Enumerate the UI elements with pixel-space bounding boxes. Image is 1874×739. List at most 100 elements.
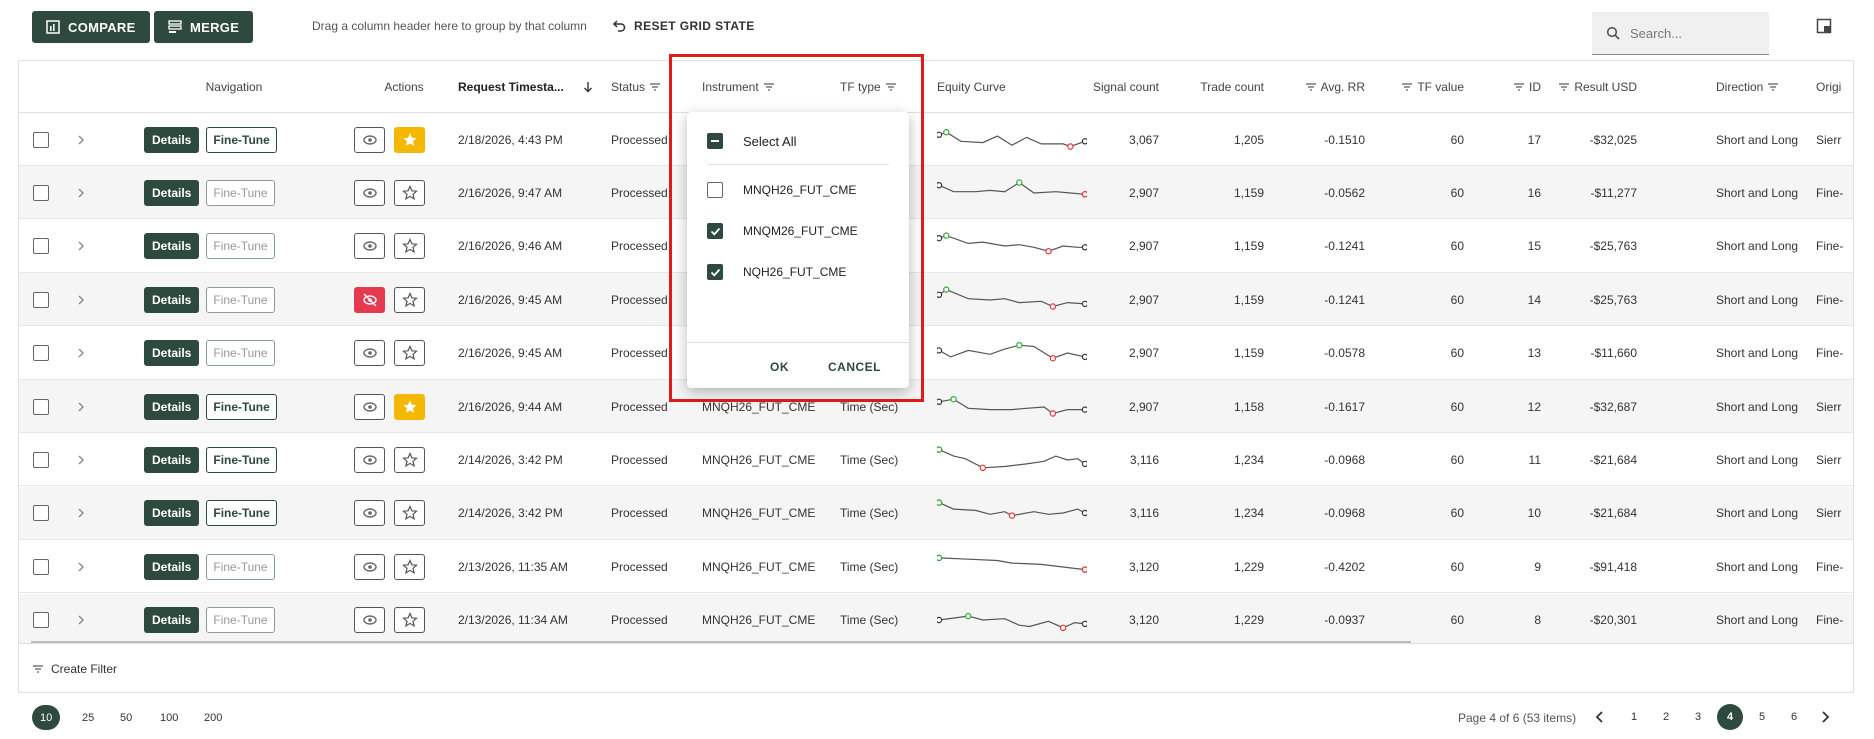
col-trade-count[interactable]: Trade count <box>1179 61 1264 113</box>
table-row[interactable]: Details Fine-Tune 2/16/2026, 9:44 AM Pro… <box>19 380 1853 433</box>
expand-toggle[interactable] <box>76 540 86 593</box>
favorite-button[interactable] <box>394 340 425 367</box>
row-checkbox[interactable] <box>33 345 49 362</box>
row-checkbox[interactable] <box>33 612 49 629</box>
create-filter-button[interactable]: Create Filter <box>19 643 1853 692</box>
table-row[interactable]: Details Fine-Tune 2/13/2026, 11:34 AM Pr… <box>19 593 1853 647</box>
details-button[interactable]: Details <box>144 500 200 527</box>
page-size-option[interactable]: 10 <box>32 705 61 730</box>
expand-toggle[interactable] <box>76 327 86 380</box>
fine-tune-button[interactable]: Fine-Tune <box>206 446 277 473</box>
merge-button[interactable]: MERGE <box>154 11 254 43</box>
favorite-button[interactable] <box>394 500 425 527</box>
visibility-toggle-button[interactable] <box>354 286 385 313</box>
page-number[interactable]: 4 <box>1717 704 1743 730</box>
col-id[interactable]: ID <box>1489 61 1541 113</box>
filter-option[interactable]: NQH26_FUT_CME <box>707 262 846 282</box>
row-checkbox[interactable] <box>33 131 49 148</box>
page-size-option[interactable]: 25 <box>74 705 102 730</box>
table-row[interactable]: Details Fine-Tune 2/14/2026, 3:42 PM Pro… <box>19 433 1853 487</box>
favorite-button[interactable] <box>394 233 425 260</box>
visibility-toggle-button[interactable] <box>354 126 385 153</box>
details-button[interactable]: Details <box>144 340 200 367</box>
filter-icon[interactable] <box>1514 83 1524 91</box>
fine-tune-button[interactable]: Fine-Tune <box>206 393 277 420</box>
details-button[interactable]: Details <box>144 393 200 420</box>
column-chooser-icon[interactable] <box>1816 18 1832 34</box>
row-select[interactable] <box>33 220 49 273</box>
filter-option-checkbox[interactable] <box>707 223 723 239</box>
col-result-usd[interactable]: Result USD <box>1549 61 1637 113</box>
details-button[interactable]: Details <box>144 233 200 260</box>
col-signal-count[interactable]: Signal count <box>1079 61 1159 113</box>
row-select[interactable] <box>33 327 49 380</box>
filter-icon[interactable] <box>1768 83 1779 91</box>
col-direction[interactable]: Direction <box>1716 61 1806 113</box>
favorite-button[interactable] <box>394 286 425 313</box>
row-checkbox[interactable] <box>33 184 49 201</box>
expand-toggle[interactable] <box>76 166 86 219</box>
next-page-icon[interactable] <box>1818 710 1832 724</box>
visibility-toggle-button[interactable] <box>354 393 385 420</box>
row-select[interactable] <box>33 380 49 433</box>
table-row[interactable]: Details Fine-Tune 2/16/2026, 9:47 AM Pro… <box>19 166 1853 220</box>
row-select[interactable] <box>33 487 49 540</box>
filter-option[interactable]: MNQM26_FUT_CME <box>707 221 858 241</box>
col-actions[interactable]: Actions <box>364 61 444 113</box>
page-number[interactable]: 6 <box>1781 704 1807 730</box>
favorite-button[interactable] <box>394 553 425 580</box>
table-row[interactable]: Details Fine-Tune 2/16/2026, 9:45 AM Pro… <box>19 327 1853 380</box>
fine-tune-button[interactable]: Fine-Tune <box>206 607 275 634</box>
fine-tune-button[interactable]: Fine-Tune <box>206 126 277 153</box>
filter-icon[interactable] <box>1402 83 1413 91</box>
filter-icon[interactable] <box>1305 83 1316 91</box>
row-checkbox[interactable] <box>33 451 49 468</box>
visibility-toggle-button[interactable] <box>354 446 385 473</box>
fine-tune-button[interactable]: Fine-Tune <box>206 500 277 527</box>
details-button[interactable]: Details <box>144 553 200 580</box>
prev-page-icon[interactable] <box>1593 710 1607 724</box>
expand-toggle[interactable] <box>76 113 86 166</box>
row-select[interactable] <box>33 113 49 166</box>
visibility-toggle-button[interactable] <box>354 607 385 634</box>
table-row[interactable]: Details Fine-Tune 2/14/2026, 3:42 PM Pro… <box>19 486 1853 540</box>
select-all-checkbox[interactable] <box>707 133 723 149</box>
table-row[interactable]: Details Fine-Tune 2/18/2026, 4:43 PM Pro… <box>19 113 1853 166</box>
favorite-button[interactable] <box>394 126 425 153</box>
search-input[interactable]: Search... <box>1592 12 1769 55</box>
ok-button[interactable]: OK <box>770 360 789 374</box>
visibility-toggle-button[interactable] <box>354 553 385 580</box>
details-button[interactable]: Details <box>144 607 200 634</box>
visibility-toggle-button[interactable] <box>354 233 385 260</box>
row-select[interactable] <box>33 166 49 219</box>
row-checkbox[interactable] <box>33 291 49 308</box>
expand-toggle[interactable] <box>76 273 86 326</box>
col-navigation[interactable]: Navigation <box>144 61 324 113</box>
visibility-toggle-button[interactable] <box>354 340 385 367</box>
row-select[interactable] <box>33 594 49 647</box>
details-button[interactable]: Details <box>144 126 200 153</box>
fine-tune-button[interactable]: Fine-Tune <box>206 233 275 260</box>
compare-button[interactable]: COMPARE <box>32 11 150 43</box>
filter-icon[interactable] <box>1559 83 1570 91</box>
row-checkbox[interactable] <box>33 505 49 522</box>
filter-option-checkbox[interactable] <box>707 264 723 280</box>
filter-option-checkbox[interactable] <box>707 182 723 198</box>
cancel-button[interactable]: CANCEL <box>828 360 881 374</box>
filter-option[interactable]: MNQH26_FUT_CME <box>707 180 856 200</box>
row-select[interactable] <box>33 433 49 486</box>
row-checkbox[interactable] <box>33 398 49 415</box>
page-size-option[interactable]: 100 <box>152 705 186 730</box>
details-button[interactable]: Details <box>144 446 200 473</box>
col-avg-rr[interactable]: Avg. RR <box>1281 61 1365 113</box>
expand-toggle[interactable] <box>76 220 86 273</box>
table-row[interactable]: Details Fine-Tune 2/16/2026, 9:45 AM Pro… <box>19 273 1853 327</box>
page-number[interactable]: 2 <box>1653 704 1679 730</box>
visibility-toggle-button[interactable] <box>354 179 385 206</box>
fine-tune-button[interactable]: Fine-Tune <box>206 340 275 367</box>
details-button[interactable]: Details <box>144 179 200 206</box>
row-select[interactable] <box>33 540 49 593</box>
reset-grid-button[interactable]: RESET GRID STATE <box>612 19 755 33</box>
page-size-option[interactable]: 200 <box>196 705 230 730</box>
select-all-option[interactable]: Select All <box>707 131 796 151</box>
